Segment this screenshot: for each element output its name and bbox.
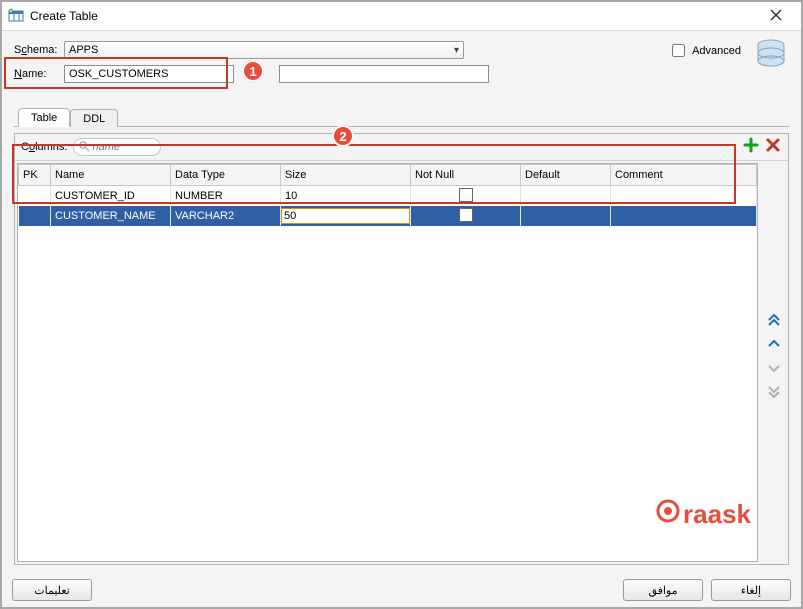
- col-size[interactable]: Size: [281, 165, 411, 186]
- col-default[interactable]: Default: [521, 165, 611, 186]
- create-table-dialog: Create Table Schema: APPS ▾ Name:: [0, 0, 803, 609]
- move-top-button[interactable]: [765, 311, 783, 329]
- table-row[interactable]: CUSTOMER_ID NUMBER 10: [19, 186, 757, 207]
- advanced-checkbox[interactable]: [672, 44, 685, 57]
- col-comment[interactable]: Comment: [611, 165, 757, 186]
- grid-wrap: PK Name Data Type Size Not Null Default …: [15, 161, 788, 564]
- cell-name[interactable]: CUSTOMER_ID: [51, 186, 171, 207]
- name-label: Name:: [14, 68, 64, 80]
- move-bottom-button[interactable]: [765, 383, 783, 401]
- advanced-wrap: Advanced: [668, 41, 741, 60]
- cell-data-type[interactable]: VARCHAR2: [171, 206, 281, 226]
- cell-default[interactable]: [521, 186, 611, 207]
- col-data-type[interactable]: Data Type: [171, 165, 281, 186]
- dialog-body: Schema: APPS ▾ Name: Advanced: [2, 31, 801, 573]
- delete-icon: [765, 137, 781, 158]
- help-button[interactable]: تعليمات: [12, 579, 92, 601]
- cancel-button[interactable]: إلغاء: [711, 579, 791, 601]
- col-not-null[interactable]: Not Null: [411, 165, 521, 186]
- tabstrip: Table DDL: [14, 107, 789, 127]
- button-bar: تعليمات موافق إلغاء: [2, 573, 801, 607]
- ok-button[interactable]: موافق: [623, 579, 703, 601]
- schema-value: APPS: [69, 44, 98, 56]
- table-icon: [8, 8, 24, 24]
- not-null-checkbox[interactable]: [459, 188, 473, 202]
- tab-ddl[interactable]: DDL: [70, 109, 118, 127]
- plus-icon: [743, 137, 759, 158]
- search-icon: [78, 140, 90, 155]
- columns-search-input[interactable]: [90, 140, 154, 154]
- schema-combo[interactable]: APPS ▾: [64, 41, 464, 59]
- cell-default[interactable]: [521, 206, 611, 226]
- columns-table: PK Name Data Type Size Not Null Default …: [18, 164, 757, 226]
- columns-toolbar: Columns:: [15, 134, 788, 161]
- window-title: Create Table: [30, 9, 757, 23]
- header-row: PK Name Data Type Size Not Null Default …: [19, 165, 757, 186]
- database-icon: [753, 37, 789, 73]
- cell-comment[interactable]: [611, 186, 757, 207]
- move-down-button[interactable]: [765, 359, 783, 377]
- columns-grid[interactable]: PK Name Data Type Size Not Null Default …: [17, 163, 758, 562]
- move-up-button[interactable]: [765, 335, 783, 353]
- size-edit-input[interactable]: [281, 208, 410, 224]
- reorder-controls: [760, 161, 788, 564]
- close-icon: [770, 8, 782, 24]
- cell-name[interactable]: CUSTOMER_NAME: [51, 206, 171, 226]
- chevron-down-icon: ▾: [454, 45, 459, 56]
- name-row: Name:: [14, 65, 789, 83]
- columns-search[interactable]: [73, 138, 161, 156]
- titlebar: Create Table: [2, 2, 801, 31]
- delete-column-button[interactable]: [764, 138, 782, 156]
- advanced-label: Advanced: [692, 45, 741, 57]
- cell-data-type[interactable]: NUMBER: [171, 186, 281, 207]
- name-input[interactable]: [64, 65, 234, 83]
- add-column-button[interactable]: [742, 138, 760, 156]
- col-pk[interactable]: PK: [19, 165, 51, 186]
- cell-comment[interactable]: [611, 206, 757, 226]
- close-button[interactable]: [757, 5, 795, 27]
- not-null-checkbox[interactable]: [459, 208, 473, 222]
- cell-size[interactable]: [281, 206, 411, 226]
- table-row[interactable]: CUSTOMER_NAME VARCHAR2: [19, 206, 757, 226]
- cell-size[interactable]: 10: [281, 186, 411, 207]
- col-name[interactable]: Name: [51, 165, 171, 186]
- columns-panel: Columns:: [14, 133, 789, 565]
- tab-table[interactable]: Table: [18, 108, 70, 127]
- name-extra-input[interactable]: [279, 65, 489, 83]
- schema-label: Schema:: [14, 44, 64, 56]
- columns-label: Columns:: [21, 141, 67, 153]
